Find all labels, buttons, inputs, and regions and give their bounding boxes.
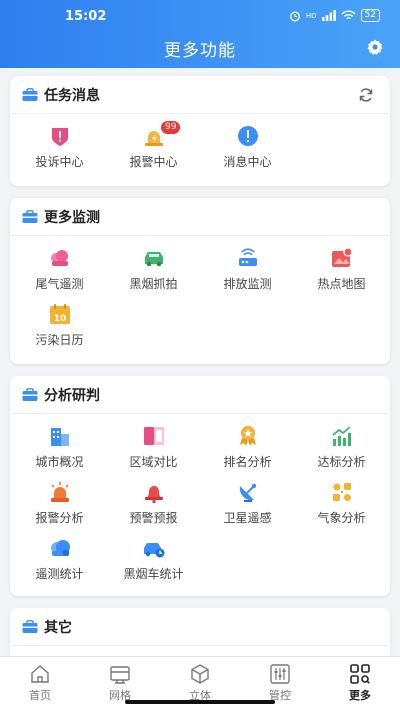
section-other: 其它 (10, 608, 390, 656)
alarm-clock-icon (289, 11, 300, 21)
briefcase-icon (22, 387, 38, 401)
siren-icon (50, 482, 69, 502)
cube-icon (191, 664, 209, 684)
emission-icon (238, 248, 257, 266)
trend-icon (331, 426, 351, 446)
section-title: 更多监测 (44, 209, 100, 226)
exhaust-telemetry-button[interactable]: 尾气遥测 (15, 246, 104, 302)
pollution-calendar-button[interactable]: 10 污染日历 (15, 302, 104, 358)
alarm-analysis-button[interactable]: 报警分析 (15, 480, 104, 536)
section-more-monitoring: 更多监测 尾气遥测 黑烟抓拍 排放监测 热点地图 10 污染日历 (10, 198, 390, 364)
status-bar: 15:02 HD 52 (0, 6, 400, 26)
satellite-icon (239, 483, 256, 502)
tab-label: 更多 (349, 689, 371, 702)
item-label: 预警预报 (129, 511, 178, 525)
section-analysis: 分析研判 城市概况 区域对比 排名分析 达标分析 报警分析 预警预报 卫星遥感 … (10, 376, 390, 596)
section-title: 其它 (44, 619, 72, 636)
briefcase-icon (22, 209, 38, 223)
section-title: 任务消息 (44, 87, 100, 104)
page-title: 更多功能 (164, 41, 236, 61)
region-compare-button[interactable]: 区域对比 (109, 424, 198, 480)
smoke-car-icon (143, 543, 164, 558)
item-label: 尾气遥测 (35, 277, 84, 291)
emission-monitoring-button[interactable]: 排放监测 (203, 246, 292, 302)
item-label: 投诉中心 (35, 155, 84, 169)
city-overview-button[interactable]: 城市概况 (15, 424, 104, 480)
item-label: 区域对比 (129, 455, 178, 469)
item-label: 城市概况 (35, 455, 84, 469)
item-label: 排名分析 (223, 455, 272, 469)
weather-analysis-button[interactable]: 气象分析 (297, 480, 386, 536)
gear-icon[interactable] (366, 38, 384, 56)
item-label: 报警分析 (35, 511, 84, 525)
alarm-center-button[interactable]: 99 报警中心 (109, 121, 198, 180)
tab-more[interactable]: 更多 (320, 657, 400, 711)
item-label: 消息中心 (223, 155, 272, 169)
grid-icon (110, 666, 130, 684)
city-icon (50, 428, 69, 446)
satellite-sensing-button[interactable]: 卫星遥感 (203, 480, 292, 536)
item-label: 气象分析 (317, 511, 366, 525)
smoke-car-statistics-button[interactable]: 黑烟车统计 (109, 536, 198, 592)
wifi-icon (341, 10, 356, 20)
item-label: 黑烟抓拍 (129, 277, 178, 291)
smoke-capture-icon (144, 252, 163, 267)
ranking-icon (239, 426, 256, 446)
section-title: 分析研判 (44, 387, 100, 404)
compliance-analysis-button[interactable]: 达标分析 (297, 424, 386, 480)
compare-icon (143, 427, 164, 445)
item-label: 污染日历 (35, 333, 84, 347)
item-label: 黑烟车统计 (123, 567, 184, 581)
calendar-day: 10 (53, 314, 66, 324)
signal-icon (321, 10, 336, 21)
hotspot-map-button[interactable]: 热点地图 (297, 246, 386, 302)
message-center-button[interactable]: 消息中心 (203, 124, 292, 180)
weather-icon (332, 483, 351, 501)
briefcase-icon (22, 619, 38, 633)
control-icon (270, 664, 290, 684)
complaint-center-button[interactable]: 投诉中心 (15, 124, 104, 180)
item-label: 遥测统计 (35, 567, 84, 581)
app-header: 15:02 HD 52 更多功能 (0, 0, 400, 68)
telemetry-statistics-button[interactable]: 遥测统计 (15, 536, 104, 592)
tab-label: 首页 (29, 689, 51, 702)
item-label: 排放监测 (223, 277, 272, 291)
more-icon (350, 664, 370, 684)
item-label: 达标分析 (317, 455, 366, 469)
section-task-messages: 任务消息 投诉中心 99 报警中心 消息中心 (10, 76, 390, 186)
item-label: 报警中心 (129, 155, 178, 169)
refresh-icon[interactable] (358, 87, 374, 103)
status-time: 15:02 (65, 9, 107, 24)
signal-label: HD (305, 11, 317, 20)
tab-home[interactable]: 首页 (0, 657, 80, 711)
exhaust-icon (50, 250, 68, 266)
item-label: 卫星遥感 (223, 511, 272, 525)
battery-icon: 52 (360, 9, 380, 22)
briefcase-icon (22, 87, 38, 101)
badge-count: 99 (161, 121, 181, 134)
item-label: 热点地图 (317, 277, 366, 291)
message-icon (237, 126, 258, 146)
telemetry-icon (50, 540, 70, 556)
warning-forecast-button[interactable]: 预警预报 (109, 480, 198, 536)
calendar-icon: 10 (49, 304, 70, 324)
home-indicator[interactable] (125, 700, 275, 704)
smoke-capture-button[interactable]: 黑烟抓拍 (109, 246, 198, 302)
home-icon (31, 665, 49, 683)
complaint-icon (51, 128, 68, 146)
hotspot-map-icon (331, 247, 353, 267)
bell-icon (144, 486, 163, 504)
ranking-analysis-button[interactable]: 排名分析 (203, 424, 292, 480)
